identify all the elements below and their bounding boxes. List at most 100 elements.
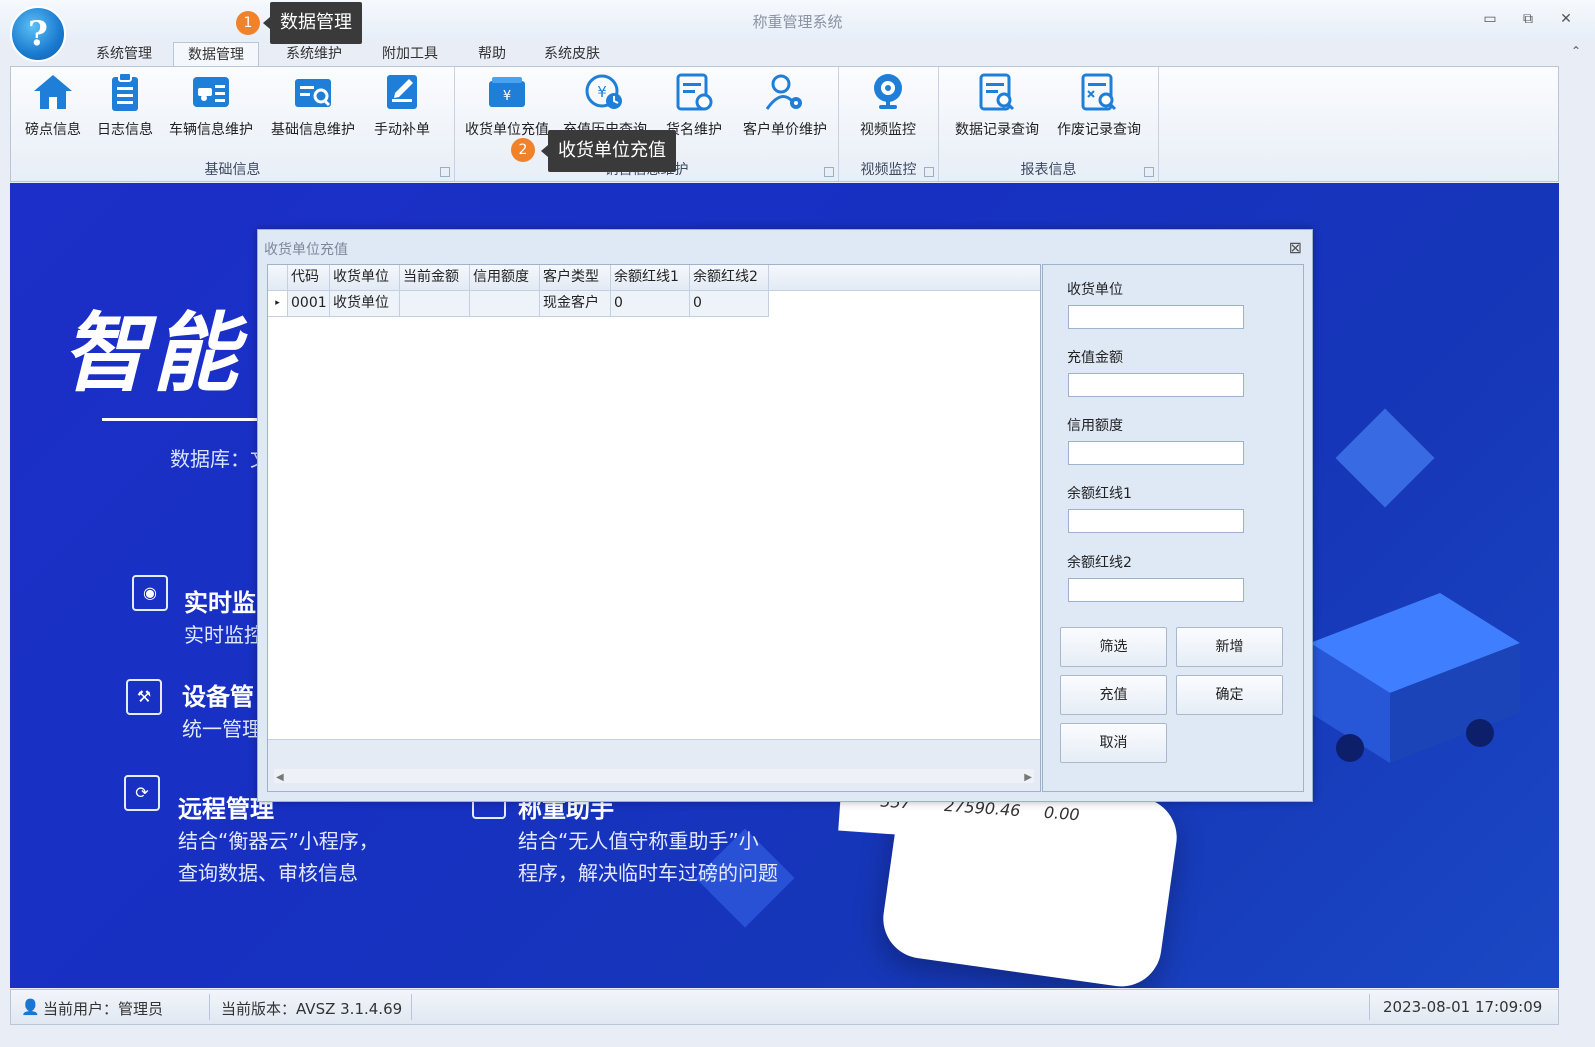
table-cell[interactable]: 现金客户 (540, 291, 611, 317)
current-datetime: 2023-08-01 17:09:09 (1383, 998, 1543, 1016)
status-divider (411, 994, 412, 1020)
column-header[interactable]: 信用额度 (470, 265, 540, 291)
tab-system-skin[interactable]: 系统皮肤 (530, 42, 614, 67)
tab-addon-tools[interactable]: 附加工具 (368, 42, 452, 67)
ribbon-button-weigh-point[interactable]: 磅点信息 (21, 71, 85, 143)
dialog-title: 收货单位充值 (264, 242, 348, 258)
consignee-label: 收货单位 (1067, 282, 1123, 298)
group-launcher-icon[interactable] (924, 167, 934, 177)
scrollbar-track[interactable] (274, 769, 1034, 783)
status-divider (209, 994, 210, 1020)
feature-desc-device: 统一管理 (182, 717, 262, 741)
feature-desc-assistant-2: 程序，解决临时车过磅的问题 (518, 861, 778, 885)
ribbon-button-consignee-recharge[interactable]: ¥ 收货单位充值 (461, 71, 553, 143)
column-header[interactable]: 客户类型 (540, 265, 611, 291)
ribbon-button-void-record-query[interactable]: 作废记录查询 (1053, 71, 1145, 143)
ribbon-button-data-record-query[interactable]: 数据记录查询 (951, 71, 1043, 143)
user-icon: 👤 (21, 998, 40, 1016)
balance-redline-2-input[interactable] (1068, 578, 1244, 602)
info-search-icon (295, 79, 331, 107)
monitor-icon: ◉ (132, 575, 168, 611)
webcam-icon (874, 74, 902, 109)
dialog-close-icon[interactable]: ⊠ (1289, 238, 1302, 257)
feature-desc-realtime: 实时监控 (184, 623, 264, 647)
table-cell[interactable]: 0001 (288, 291, 330, 317)
consignee-recharge-dialog: 收货单位充值 ⊠ 代码 收货单位 当前金额 信用额度 客户类型 余额红线1 余额… (257, 229, 1313, 802)
balance-redline-1-label: 余额红线1 (1067, 486, 1132, 502)
confirm-button[interactable]: 确定 (1176, 675, 1283, 715)
balance-redline-2-label: 余额红线2 (1067, 555, 1132, 571)
recharge-data-grid[interactable]: 代码 收货单位 当前金额 信用额度 客户类型 余额红线1 余额红线2 ▸ 000… (267, 264, 1041, 792)
group-basic-info: 磅点信息 日志信息 车辆信息维护 基础信息维护 手动补单 基础信息 (11, 67, 455, 181)
app-logo[interactable]: ? (10, 6, 66, 62)
ribbon: 磅点信息 日志信息 车辆信息维护 基础信息维护 手动补单 基础信息 ¥ 收货单位… (10, 66, 1559, 182)
row-selector-icon[interactable]: ▸ (268, 291, 288, 317)
table-cell[interactable]: 收货单位 (330, 291, 400, 317)
void-record-icon (1081, 73, 1117, 111)
ribbon-button-customer-price[interactable]: 客户单价维护 (739, 71, 831, 143)
user-gear-icon (765, 74, 802, 110)
table-cell[interactable]: 0 (611, 291, 690, 317)
status-divider (1369, 994, 1370, 1020)
column-header[interactable]: 余额红线2 (690, 265, 769, 291)
credit-limit-input[interactable] (1068, 441, 1244, 465)
ribbon-button-vehicle-info[interactable]: 车辆信息维护 (165, 71, 257, 143)
yuan-clock-icon: ¥ (585, 74, 622, 109)
group-launcher-icon[interactable] (824, 167, 834, 177)
recharge-button[interactable]: 充值 (1060, 675, 1167, 715)
scroll-left-icon[interactable]: ◀ (276, 772, 284, 783)
edit-document-icon (387, 75, 417, 109)
ribbon-button-manual-order[interactable]: 手动补单 (369, 71, 435, 143)
group-video-monitor: 视频监控 视频监控 (839, 67, 939, 181)
feature-desc-remote-1: 结合“衡器云”小程序， (178, 829, 379, 853)
add-button[interactable]: 新增 (1176, 627, 1283, 667)
grid-corner (268, 265, 288, 291)
clipboard-icon (112, 72, 138, 111)
group-launcher-icon[interactable] (440, 167, 450, 177)
consignee-input[interactable] (1068, 305, 1244, 329)
collapse-ribbon-icon[interactable]: ⌃ (1571, 44, 1581, 58)
feature-desc-remote-2: 查询数据、审核信息 (178, 861, 358, 885)
table-cell[interactable]: 0 (690, 291, 769, 317)
remote-icon: ⟳ (124, 775, 160, 811)
group-launcher-icon[interactable] (1144, 167, 1154, 177)
recharge-form-panel: 收货单位 充值金额 信用额度 余额红线1 余额红线2 筛选 新增 充值 确定 取… (1042, 264, 1304, 792)
device-icon: ⚒ (126, 679, 162, 715)
welcome-title: 智能 (62, 304, 242, 404)
table-cell[interactable] (400, 291, 470, 317)
group-label-basic-info: 基础信息 (204, 162, 261, 178)
filter-button[interactable]: 筛选 (1060, 627, 1167, 667)
svg-text:¥: ¥ (597, 83, 607, 101)
ribbon-button-video-monitor[interactable]: 视频监控 (855, 71, 921, 143)
tab-system-maintenance[interactable]: 系统维护 (272, 42, 356, 67)
tab-data-management[interactable]: 数据管理 (173, 42, 259, 67)
decor-diamond (1335, 408, 1435, 508)
minimize-icon[interactable]: ▭ (1476, 8, 1504, 30)
column-header[interactable]: 余额红线1 (611, 265, 690, 291)
restore-icon[interactable]: ⧉ (1514, 8, 1542, 30)
goods-settings-icon (676, 73, 713, 111)
callout-badge-1: 1 (236, 11, 260, 35)
truck-illustration (1310, 593, 1520, 763)
cancel-button[interactable]: 取消 (1060, 723, 1167, 763)
ribbon-button-basic-info-maint[interactable]: 基础信息维护 (267, 71, 359, 143)
feature-title-device: 设备管 (182, 683, 254, 711)
table-cell[interactable] (470, 291, 540, 317)
column-header[interactable]: 收货单位 (330, 265, 400, 291)
scroll-right-icon[interactable]: ▶ (1024, 772, 1032, 783)
tab-system-management[interactable]: 系统管理 (82, 42, 166, 67)
recharge-amount-input[interactable] (1068, 373, 1244, 397)
tab-help[interactable]: 帮助 (464, 42, 520, 67)
horizontal-scrollbar[interactable]: ◀ ▶ (268, 739, 1040, 791)
column-header[interactable]: 代码 (288, 265, 330, 291)
callout-tooltip-2: 收货单位充值 (541, 130, 676, 172)
home-icon (34, 75, 72, 109)
balance-redline-1-input[interactable] (1068, 509, 1244, 533)
feature-title-realtime: 实时监 (184, 589, 256, 617)
group-report-info: 数据记录查询 作废记录查询 报表信息 (939, 67, 1159, 181)
ribbon-button-log-info[interactable]: 日志信息 (93, 71, 157, 143)
receipt-value: 0.00 (1043, 802, 1081, 825)
recharge-amount-label: 充值金额 (1067, 350, 1123, 366)
close-icon[interactable]: ✕ (1552, 8, 1580, 30)
column-header[interactable]: 当前金额 (400, 265, 470, 291)
